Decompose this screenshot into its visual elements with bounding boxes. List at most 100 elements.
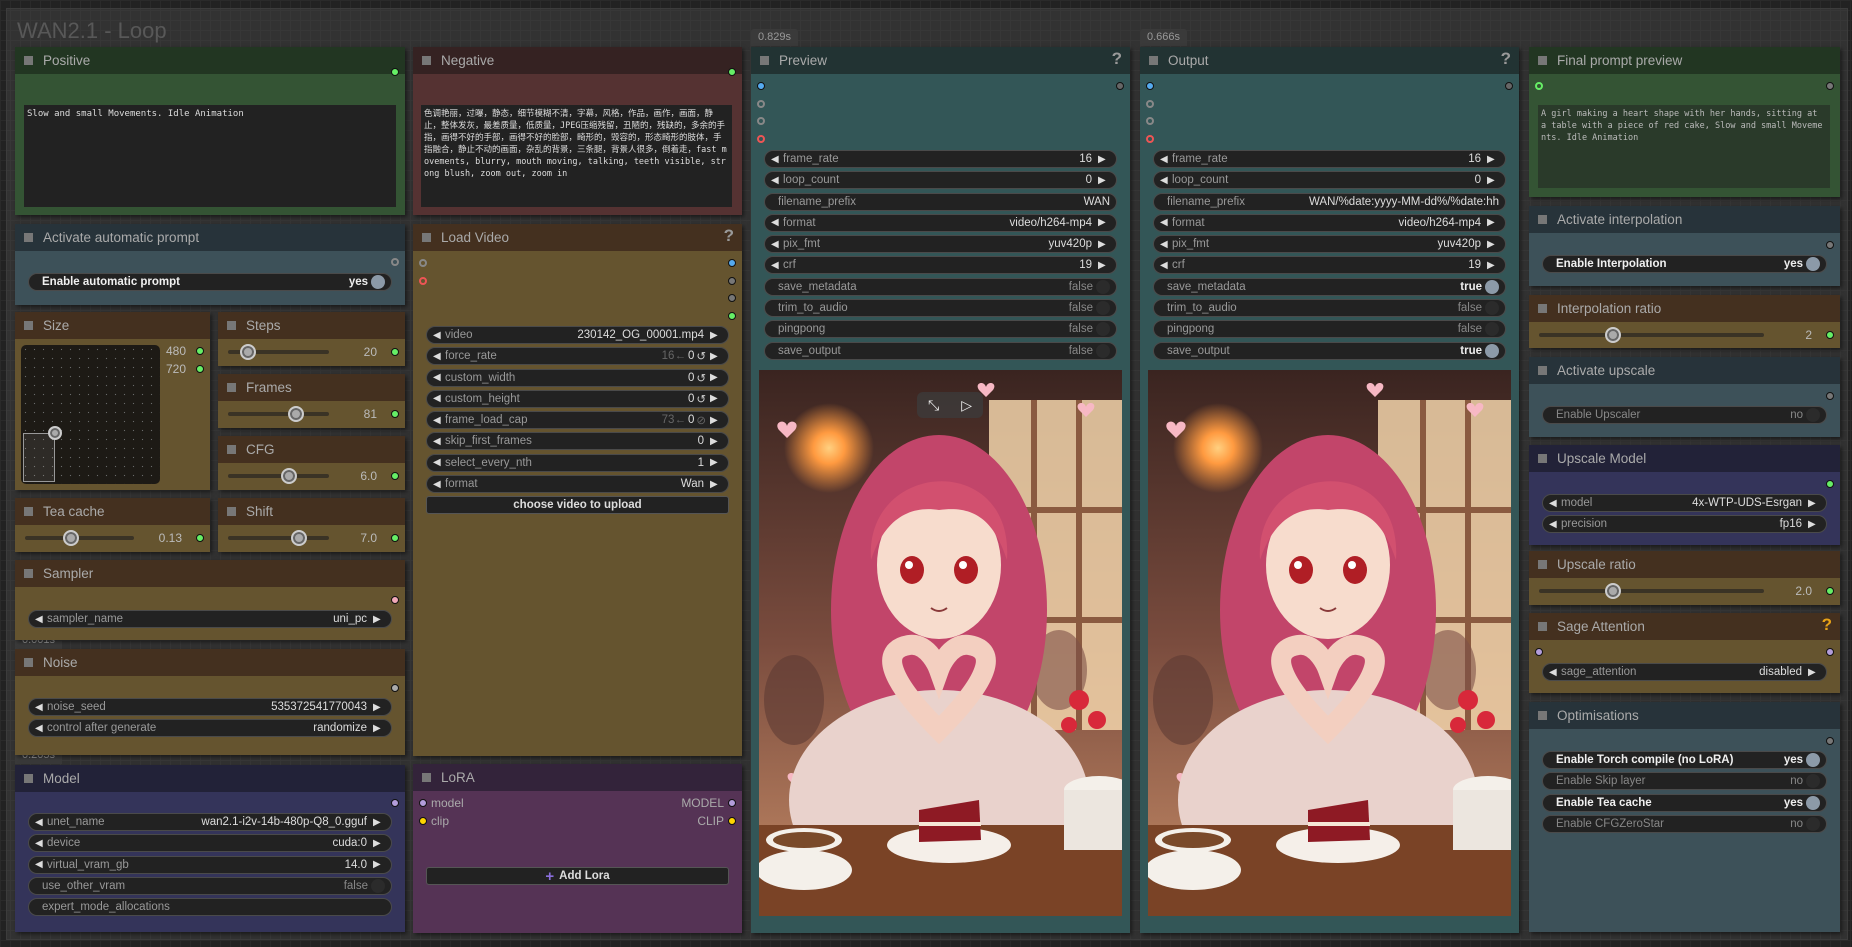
- slider-track[interactable]: [25, 536, 134, 540]
- output-slot[interactable]: [728, 68, 736, 76]
- collapse-toggle-icon[interactable]: [1538, 366, 1547, 375]
- collapse-toggle-icon[interactable]: [1538, 622, 1547, 631]
- input-slot[interactable]: [757, 117, 765, 125]
- output-slot[interactable]: [1505, 82, 1513, 90]
- collapse-toggle-icon[interactable]: [760, 56, 769, 65]
- collapse-toggle-icon[interactable]: [24, 658, 33, 667]
- node-header[interactable]: LoRA: [413, 764, 742, 791]
- pix-fmt-combo[interactable]: ◀ pix_fmt yuv420p ▶: [764, 235, 1117, 254]
- collapse-toggle-icon[interactable]: [422, 233, 431, 242]
- collapse-toggle-icon[interactable]: [1538, 56, 1547, 65]
- fullscreen-exit-icon[interactable]: ⤡: [928, 397, 939, 414]
- virtual-vram-gb-combo[interactable]: ◀ virtual_vram_gb 14.0 ▶: [28, 855, 392, 874]
- node-optimisations[interactable]: Optimisations Enable Torch compile (no Lo…: [1529, 702, 1840, 932]
- collapse-toggle-icon[interactable]: [1149, 56, 1158, 65]
- input-slot[interactable]: [1146, 117, 1154, 125]
- node-header[interactable]: Tea cache: [15, 498, 210, 525]
- node-noise[interactable]: Noise ◀ noise_seed 535372541770043 ▶ ◀ control…: [15, 649, 405, 755]
- toggle-knob[interactable]: [371, 878, 385, 893]
- frame-rate-combo[interactable]: ◀ frame_rate 16 ▶: [1153, 150, 1506, 168]
- node-header[interactable]: Noise: [15, 649, 405, 676]
- trim-to-audio-toggle[interactable]: trim_to_audio false: [1153, 299, 1506, 318]
- slider-knob[interactable]: [1605, 327, 1622, 343]
- collapse-toggle-icon[interactable]: [1538, 454, 1547, 463]
- toggle-knob[interactable]: [1096, 343, 1110, 358]
- node-upscaleratio[interactable]: Upscale ratio 2.0: [1529, 551, 1840, 605]
- enable-interpolation-toggle[interactable]: Enable Interpolation yes: [1542, 255, 1827, 273]
- enable-cfgzerostar-toggle[interactable]: Enable CFGZeroStar no: [1542, 814, 1827, 833]
- unet-name-combo[interactable]: ◀ unet_name wan2.1-i2v-14b-480p-Q8_0.gguf ▶: [28, 813, 392, 831]
- prompt-textarea[interactable]: A girl making a heart shape with her han…: [1538, 105, 1830, 188]
- toggle-knob[interactable]: [1806, 408, 1820, 422]
- collapse-toggle-icon[interactable]: [1538, 304, 1547, 313]
- node-header[interactable]: Optimisations: [1529, 702, 1840, 729]
- node-header[interactable]: Shift: [218, 498, 405, 525]
- prompt-textarea[interactable]: Slow and small Movements. Idle Animation: [24, 105, 396, 207]
- frame-rate-combo[interactable]: ◀ frame_rate 16 ▶: [764, 150, 1117, 168]
- slider-track[interactable]: [1539, 589, 1764, 593]
- node-header[interactable]: Activate automatic prompt: [15, 224, 405, 251]
- node-header[interactable]: Load Video?: [413, 224, 742, 251]
- size-canvas[interactable]: [21, 345, 160, 484]
- enable-tea-cache-toggle[interactable]: Enable Tea cache yes: [1542, 793, 1827, 812]
- node-header[interactable]: Preview?: [751, 47, 1130, 74]
- help-icon[interactable]: ?: [1822, 615, 1832, 635]
- slider-knob[interactable]: [62, 530, 79, 546]
- crf-combo[interactable]: ◀ crf 19 ▶: [764, 256, 1117, 275]
- output-slot[interactable]: [728, 294, 736, 302]
- output-slot[interactable]: [391, 799, 399, 807]
- slider-track[interactable]: [228, 474, 329, 478]
- output-slot[interactable]: [391, 258, 399, 266]
- help-icon[interactable]: ?: [724, 226, 734, 246]
- format-combo[interactable]: ◀ format video/h264-mp4 ▶: [1153, 213, 1506, 232]
- output-slot[interactable]: [728, 277, 736, 285]
- input-slot[interactable]: [419, 277, 427, 285]
- output-slot[interactable]: [728, 259, 736, 267]
- node-positive[interactable]: Positive Slow and small Movements. Idle A…: [15, 47, 405, 215]
- node-header[interactable]: Upscale ratio: [1529, 551, 1840, 578]
- sampler-name-combo[interactable]: ◀ sampler_name uni_pc ▶: [28, 610, 392, 628]
- noise-seed-combo[interactable]: ◀ noise_seed 535372541770043 ▶: [28, 698, 392, 716]
- save-metadata-toggle[interactable]: save_metadata true: [1153, 277, 1506, 296]
- force-rate-combo[interactable]: ◀ force_rate 16← 0 ↺ ▶: [426, 347, 729, 366]
- output-slot[interactable]: [1116, 82, 1124, 90]
- steps-slider[interactable]: 20: [228, 344, 395, 360]
- output-slot[interactable]: [728, 817, 736, 825]
- toggle-knob[interactable]: [1806, 753, 1820, 767]
- shift-slider[interactable]: 7.0: [228, 530, 395, 546]
- node-size[interactable]: Size 480 720: [15, 312, 210, 490]
- node-actupscale[interactable]: Activate upscale Enable Upscaler no: [1529, 357, 1840, 437]
- collapse-toggle-icon[interactable]: [227, 321, 236, 330]
- node-header[interactable]: Output?: [1140, 47, 1519, 74]
- node-preview[interactable]: Preview? ◀ frame_rate 16 ▶ ◀ loop_count 0 ▶ filen…: [751, 47, 1130, 933]
- toggle-knob[interactable]: [371, 275, 385, 289]
- node-header[interactable]: Steps: [218, 312, 405, 339]
- toggle-knob[interactable]: [1485, 279, 1499, 294]
- play-settings-icon[interactable]: ▷: [961, 397, 972, 414]
- node-header[interactable]: Upscale Model: [1529, 445, 1840, 472]
- control-after-generate-combo[interactable]: ◀ control after generate randomize ▶: [28, 719, 392, 738]
- output-slot[interactable]: [728, 799, 736, 807]
- input-slot[interactable]: [757, 82, 765, 90]
- filename-prefix-text[interactable]: filename_prefix WAN/%date:yyyy-MM-dd%/%da…: [1153, 192, 1506, 211]
- toggle-knob[interactable]: [1485, 322, 1499, 337]
- collapse-toggle-icon[interactable]: [1538, 560, 1547, 569]
- prompt-textarea[interactable]: 色调艳丽，过曝，静态，细节模糊不清，字幕，风格，作品，画作，画面，静止，整体发灰…: [421, 105, 732, 207]
- node-interpratio[interactable]: Interpolation ratio 2: [1529, 295, 1840, 348]
- size-handle[interactable]: [48, 426, 62, 440]
- custom-height-combo[interactable]: ◀ custom_height 0 ↺ ▶: [426, 389, 729, 408]
- save-output-toggle[interactable]: save_output true: [1153, 341, 1506, 360]
- enable-automatic-prompt-toggle[interactable]: Enable automatic prompt yes: [28, 273, 392, 291]
- node-header[interactable]: Interpolation ratio: [1529, 295, 1840, 322]
- input-slot[interactable]: [1146, 135, 1154, 143]
- collapse-toggle-icon[interactable]: [422, 56, 431, 65]
- enable-skip-layer-toggle[interactable]: Enable Skip layer no: [1542, 772, 1827, 791]
- toggle-knob[interactable]: [1806, 774, 1820, 789]
- node-header[interactable]: Frames: [218, 374, 405, 401]
- output-slot[interactable]: [391, 68, 399, 76]
- output-slot[interactable]: [196, 347, 204, 355]
- toggle-knob[interactable]: [1096, 301, 1110, 316]
- toggle-knob[interactable]: [1806, 257, 1820, 271]
- collapse-toggle-icon[interactable]: [1538, 215, 1547, 224]
- input-slot[interactable]: [419, 259, 427, 267]
